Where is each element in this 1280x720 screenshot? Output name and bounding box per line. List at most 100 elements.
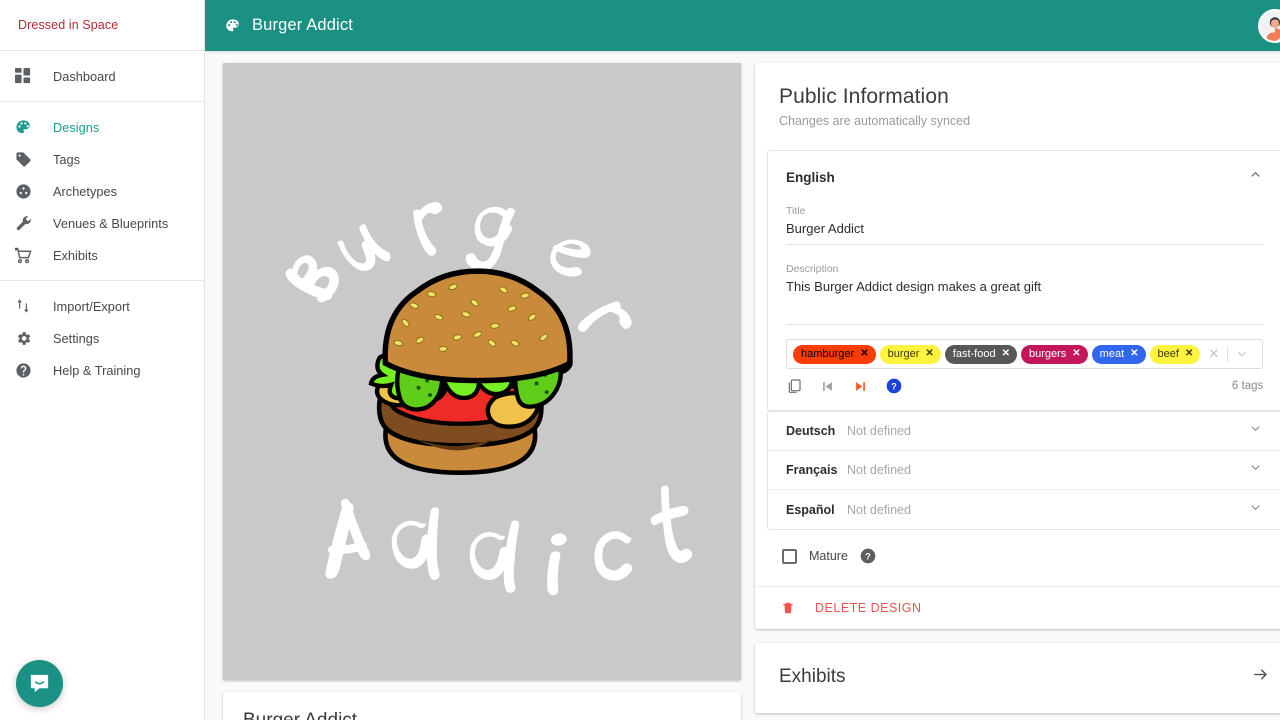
tag-chip-label: hamburger [801,347,855,360]
title-field: Title Burger Addict [768,199,1280,245]
language-header-english[interactable]: English [768,151,1280,199]
chevron-down-icon[interactable] [1248,460,1263,480]
tag-chip[interactable]: beef ✕ [1149,344,1201,364]
palette-icon [225,18,241,34]
palette-icon [12,117,34,137]
dashboard-icon [12,66,34,86]
arrow-right-icon[interactable] [1251,665,1270,689]
sidebar-item-designs[interactable]: Designs [0,111,204,143]
public-information-card: Public Information Changes are automatic… [755,63,1280,629]
sidebar-item-exhibits[interactable]: Exhibits [0,239,204,271]
language-value: Not defined [847,463,911,477]
tag-chip[interactable]: meat ✕ [1091,344,1146,364]
sidebar-item-label: Archetypes [53,183,118,199]
tag-chip[interactable]: hamburger ✕ [793,344,876,364]
gear-icon [12,328,34,348]
help-icon [12,360,34,380]
sidebar-item-label: Settings [53,330,100,346]
language-value: Not defined [847,502,911,517]
help-circle-icon[interactable]: ? [860,548,876,564]
avatar[interactable] [1258,8,1280,43]
tag-chip-remove-icon[interactable]: ✕ [1072,346,1080,362]
language-name: Français [786,463,838,477]
tag-chip[interactable]: burgers ✕ [1020,344,1088,364]
language-row-deutsch[interactable]: Deutsch Not defined [768,412,1280,451]
tag-chip-remove-icon[interactable]: ✕ [1130,346,1138,362]
help-circle-icon[interactable]: ? [886,378,902,394]
title-field-label: Title [786,205,806,217]
sidebar-item-label: Help & Training [53,362,141,378]
close-icon[interactable]: ✕ [1200,346,1227,362]
description-field-label: Description [786,263,839,275]
sidebar-item-tags[interactable]: Tags [0,143,204,175]
sidebar-item-label: Exhibits [53,247,98,263]
app-root: Dressed in Space Dashboard Designs Tags … [0,0,1280,720]
chevron-down-icon[interactable] [1248,421,1263,441]
tag-chips: hamburger ✕ burger ✕ fast-food ✕ burgers ✕ meat ✕… [793,344,1201,364]
sidebar-item-import-export[interactable]: Import/Export [0,290,204,322]
panel-subtitle: Changes are automatically synced [779,114,971,128]
sidebar-item-label: Import/Export [53,298,130,314]
sidebar-item-settings[interactable]: Settings [0,322,204,354]
wrench-icon [12,213,34,233]
tag-chip-label: burgers [1028,347,1067,360]
tag-chip-remove-icon[interactable]: ✕ [1002,346,1010,362]
language-card-english: English Title Burger Addict Description … [767,150,1280,411]
tag-count: 6 tags [1231,380,1264,392]
sidebar-item-label: Tags [53,151,81,167]
tag-tools-row: ? 6 tags [768,369,1280,410]
tag-chip-remove-icon[interactable]: ✕ [1185,346,1193,362]
chevron-down-icon[interactable] [1228,347,1256,361]
tag-chip[interactable]: fast-food ✕ [944,344,1017,364]
top-app-bar: Burger Addict [205,0,1280,51]
panel-title: Public Information [779,85,949,108]
skip-previous-icon[interactable] [820,379,835,394]
chevron-up-icon[interactable] [1248,167,1263,187]
copy-icon[interactable] [786,378,802,394]
tag-chip-remove-icon[interactable]: ✕ [925,346,933,362]
tag-chip-remove-icon[interactable]: ✕ [860,346,868,362]
svg-text:?: ? [865,551,871,561]
sidebar-item-help-training[interactable]: Help & Training [0,354,204,386]
other-languages-list: Deutsch Not defined Français Not defined [767,411,1280,530]
page-title: Burger Addict [252,16,354,34]
chat-launcher-button[interactable] [16,660,63,707]
public-information-header: Public Information Changes are automatic… [755,63,1280,128]
sidebar-item-venues-blueprints[interactable]: Venues & Blueprints [0,207,204,239]
burger-addict-artwork [223,63,741,680]
sidebar-item-archetypes[interactable]: Archetypes [0,175,204,207]
tags-input-actions: ✕ [1200,346,1258,362]
nav-group-system: Import/Export Settings Help & Training [0,281,204,395]
sidebar: Dressed in Space Dashboard Designs Tags … [0,0,205,720]
tags-section: hamburger ✕ burger ✕ fast-food ✕ burgers ✕ meat ✕… [768,325,1280,369]
chevron-down-icon[interactable] [1248,500,1263,520]
sidebar-item-label: Dashboard [53,68,116,84]
nav-group-primary: Dashboard [0,51,204,102]
cart-icon [12,245,34,265]
sidebar-item-dashboard[interactable]: Dashboard [0,60,204,92]
design-preview-column: Burger Addict [223,63,741,720]
language-row-francais[interactable]: Français Not defined [768,451,1280,490]
brand-name: Dressed in Space [18,18,119,32]
design-caption-card: Burger Addict [223,692,741,720]
delete-design-label: DELETE DESIGN [815,601,922,615]
info-column: Public Information Changes are automatic… [755,63,1280,720]
exhibits-card[interactable]: Exhibits [755,643,1280,713]
design-artwork[interactable] [223,63,741,680]
brand-header[interactable]: Dressed in Space [0,0,204,51]
archetype-icon [12,181,34,201]
tag-chip[interactable]: burger ✕ [879,344,941,364]
mature-row: Mature ? [755,530,1280,586]
exhibits-title: Exhibits [779,666,846,687]
mature-checkbox[interactable] [782,548,797,564]
description-field: Description This Burger Addict design ma… [768,245,1280,325]
delete-design-button[interactable]: DELETE DESIGN [755,586,1280,629]
skip-next-icon[interactable] [853,379,868,394]
tag-chip-label: fast-food [952,347,996,360]
language-value: Not defined [847,424,911,438]
description-input[interactable]: This Burger Addict design makes a great … [786,279,1264,325]
tags-input[interactable]: hamburger ✕ burger ✕ fast-food ✕ burgers ✕ meat ✕… [786,339,1264,369]
title-input[interactable]: Burger Addict [786,221,1264,245]
language-row-espanol[interactable]: Español Not defined [768,490,1280,529]
tag-chip-label: burger [887,347,920,360]
